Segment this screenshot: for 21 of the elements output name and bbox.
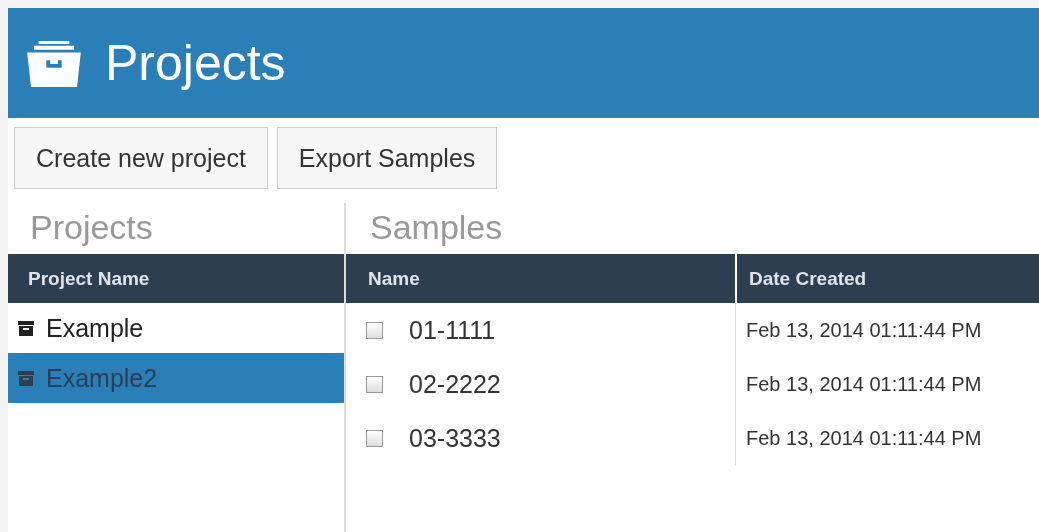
checkbox[interactable] — [366, 429, 383, 447]
archive-icon — [18, 320, 34, 336]
table-cell: Feb 13, 2014 01:11:44 PM — [746, 372, 982, 396]
section-title: Projects — [29, 207, 154, 248]
table-cell: Feb 13, 2014 01:11:44 PM — [746, 318, 982, 342]
column-header: Date Created — [735, 254, 1039, 303]
section-title: Samples — [369, 207, 504, 248]
table-cell: Feb 13, 2014 01:11:44 PM — [746, 426, 982, 450]
archive-icon — [25, 41, 83, 87]
checkbox[interactable] — [366, 375, 383, 393]
column-header: Name — [367, 267, 421, 291]
checkbox[interactable] — [366, 321, 383, 339]
table-cell: 02-2222 — [409, 369, 501, 399]
column-header: Project Name — [27, 267, 150, 290]
table-cell: 01-1111 — [409, 315, 496, 345]
page-title: Projects — [105, 34, 286, 92]
project-row[interactable]: Example — [8, 303, 344, 353]
table-cell: 03-3333 — [409, 423, 501, 453]
export-button[interactable]: Export Samples — [276, 127, 498, 189]
create-project-button[interactable]: Create new project — [14, 127, 268, 189]
archive-icon — [18, 370, 34, 386]
